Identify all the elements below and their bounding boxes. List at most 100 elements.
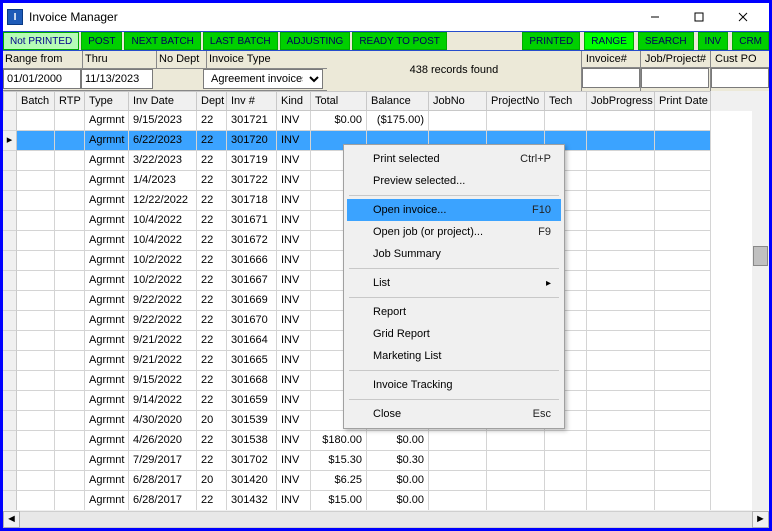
cell	[55, 151, 85, 171]
cell	[55, 271, 85, 291]
col-jobno[interactable]: JobNo	[429, 91, 487, 111]
cell: $0.00	[367, 471, 429, 491]
cell: 22	[197, 111, 227, 131]
cell	[55, 111, 85, 131]
row-marker	[3, 331, 17, 351]
cell: 301670	[227, 311, 277, 331]
cell	[655, 411, 711, 431]
scroll-right-icon[interactable]: ►	[752, 511, 769, 528]
last-batch-button[interactable]: LAST BATCH	[203, 32, 278, 50]
cell	[655, 191, 711, 211]
cell	[55, 171, 85, 191]
row-marker	[3, 111, 17, 131]
menu-report[interactable]: Report	[347, 301, 561, 323]
cell: 12/22/2022	[129, 191, 197, 211]
printed-button[interactable]: PRINTED	[522, 32, 580, 50]
cell: $0.30	[367, 451, 429, 471]
cell: 6/22/2023	[129, 131, 197, 151]
col-total[interactable]: Total	[311, 91, 367, 111]
menu-open-job[interactable]: Open job (or project)...F9	[347, 221, 561, 243]
cell	[17, 251, 55, 271]
cell	[587, 331, 655, 351]
cell	[587, 251, 655, 271]
menu-grid-report[interactable]: Grid Report	[347, 323, 561, 345]
cell	[587, 351, 655, 371]
cell: Agrmnt	[85, 331, 129, 351]
cell	[55, 391, 85, 411]
search-button[interactable]: SEARCH	[638, 32, 694, 50]
table-row[interactable]: Agrmnt6/28/201722301432INV$15.00$0.00	[3, 491, 769, 510]
inv-button[interactable]: INV	[698, 32, 729, 50]
menu-job-summary[interactable]: Job Summary	[347, 243, 561, 265]
menu-list[interactable]: List▸	[347, 272, 561, 294]
menu-marketing-list[interactable]: Marketing List	[347, 345, 561, 367]
col-jobprogress[interactable]: JobProgress	[587, 91, 655, 111]
post-button[interactable]: POST	[81, 32, 122, 50]
col-batch[interactable]: Batch	[17, 91, 55, 111]
cell	[429, 431, 487, 451]
menu-close[interactable]: CloseEsc	[347, 403, 561, 425]
table-row[interactable]: Agrmnt7/29/201722301702INV$15.30$0.30	[3, 451, 769, 471]
scroll-left-icon[interactable]: ◄	[3, 511, 20, 528]
row-marker	[3, 191, 17, 211]
thru-input[interactable]	[81, 69, 153, 89]
row-marker	[3, 411, 17, 431]
cell: 301719	[227, 151, 277, 171]
close-button[interactable]	[721, 5, 765, 29]
adjusting-button[interactable]: ADJUSTING	[280, 32, 351, 50]
not-printed-button[interactable]: Not PRINTED	[3, 32, 79, 50]
cell: Agrmnt	[85, 351, 129, 371]
scroll-thumb[interactable]	[753, 246, 768, 266]
ready-to-post-button[interactable]: READY TO POST	[352, 32, 447, 50]
table-row[interactable]: Agrmnt9/15/202322301721INV$0.00($175.00)	[3, 111, 769, 131]
cell: Agrmnt	[85, 111, 129, 131]
cell: $15.30	[311, 451, 367, 471]
table-row[interactable]: Agrmnt4/26/202022301538INV$180.00$0.00	[3, 431, 769, 451]
col-balance[interactable]: Balance	[367, 91, 429, 111]
cell	[55, 251, 85, 271]
menu-print-selected[interactable]: Print selectedCtrl+P	[347, 148, 561, 170]
row-marker	[3, 431, 17, 451]
cell: 301665	[227, 351, 277, 371]
cust-po-input[interactable]	[711, 68, 769, 88]
cell: 301722	[227, 171, 277, 191]
cell	[587, 431, 655, 451]
cell	[587, 191, 655, 211]
col-print-date[interactable]: Print Date	[655, 91, 711, 111]
maximize-button[interactable]	[677, 5, 721, 29]
col-projectno[interactable]: ProjectNo	[487, 91, 545, 111]
col-rtp[interactable]: RTP	[55, 91, 85, 111]
row-marker	[3, 291, 17, 311]
cell: 10/4/2022	[129, 211, 197, 231]
menu-invoice-tracking[interactable]: Invoice Tracking	[347, 374, 561, 396]
table-row[interactable]: Agrmnt6/28/201720301420INV$6.25$0.00	[3, 471, 769, 491]
crm-button[interactable]: CRM	[732, 32, 769, 50]
cell	[655, 231, 711, 251]
col-dept[interactable]: Dept	[197, 91, 227, 111]
cell: INV	[277, 451, 311, 471]
menu-open-invoice[interactable]: Open invoice...F10	[347, 199, 561, 221]
cell	[587, 111, 655, 131]
cell	[655, 491, 711, 510]
invoice-type-select[interactable]: Agreement invoices	[203, 69, 323, 89]
col-kind[interactable]: Kind	[277, 91, 311, 111]
job-project-input[interactable]	[641, 68, 709, 88]
cell: 6/28/2017	[129, 471, 197, 491]
cell: 22	[197, 231, 227, 251]
col-type[interactable]: Type	[85, 91, 129, 111]
horizontal-scrollbar[interactable]: ◄ ►	[3, 510, 769, 528]
range-button[interactable]: RANGE	[584, 32, 634, 50]
cell	[655, 171, 711, 191]
vertical-scrollbar[interactable]	[752, 111, 769, 510]
range-from-input[interactable]	[3, 69, 81, 89]
col-tech[interactable]: Tech	[545, 91, 587, 111]
minimize-button[interactable]	[633, 5, 677, 29]
cell	[655, 291, 711, 311]
col-inv-date[interactable]: Inv Date	[129, 91, 197, 111]
cell	[55, 331, 85, 351]
invoice-no-input[interactable]	[582, 68, 640, 88]
cell: INV	[277, 171, 311, 191]
next-batch-button[interactable]: NEXT BATCH	[124, 32, 200, 50]
col-inv-num[interactable]: Inv #	[227, 91, 277, 111]
menu-preview-selected[interactable]: Preview selected...	[347, 170, 561, 192]
